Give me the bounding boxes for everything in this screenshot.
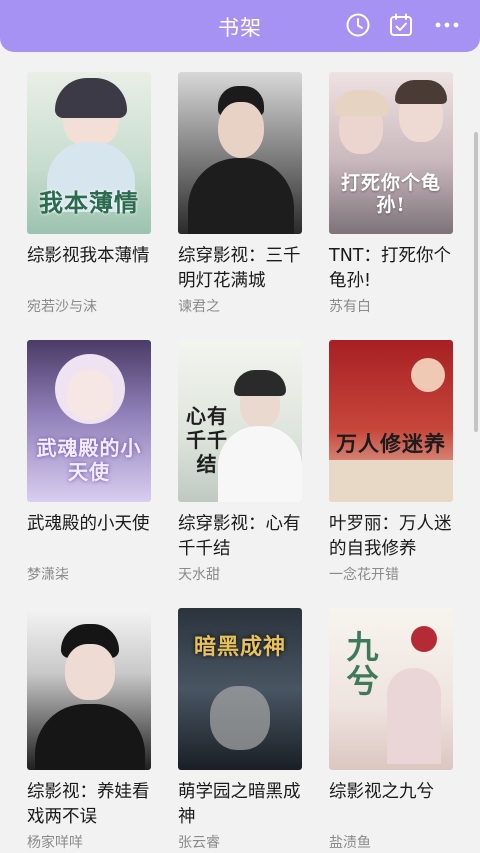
book-item[interactable]: 我本薄情 综影视我本薄情 宛若沙与沫	[27, 72, 153, 315]
book-author: 杨家咩咩	[27, 835, 83, 851]
scrollbar[interactable]	[474, 132, 478, 432]
book-item[interactable]: 综穿影视：三千明灯花满城 谏君之	[178, 72, 304, 315]
book-author: 苏有白	[329, 299, 371, 315]
book-cover[interactable]: 武魂殿的小天使	[27, 340, 151, 502]
book-item[interactable]: 综影视：养娃看戏两不误 杨家咩咩	[27, 608, 153, 851]
book-title: 萌学园之暗黑成神	[178, 782, 301, 827]
cover-title: 心有千千结	[186, 404, 228, 476]
history-button[interactable]	[344, 11, 372, 39]
book-title: 综影视：养娃看戏两不误	[27, 782, 150, 827]
book-cover[interactable]	[27, 608, 151, 770]
book-author: 盐渍鱼	[329, 835, 371, 851]
book-cover[interactable]: 打死你个龟孙!	[329, 72, 453, 234]
book-cover[interactable]: 万人修迷养	[329, 340, 453, 502]
book-title: 综穿影视：三千明灯花满城	[178, 246, 301, 291]
cover-title: 武魂殿的小天使	[36, 436, 142, 484]
book-cover[interactable]: 暗黑成神	[178, 608, 302, 770]
cover-title: 万人修迷养	[336, 431, 446, 456]
book-item[interactable]: 九兮 综影视之九兮 盐渍鱼	[329, 608, 455, 851]
history-clock-icon	[346, 13, 370, 37]
book-author: 一念花开错	[329, 567, 399, 583]
app-header: 书架	[0, 0, 480, 52]
more-dots-icon	[435, 22, 459, 28]
book-item[interactable]: 暗黑成神 萌学园之暗黑成神 张云睿	[178, 608, 304, 851]
book-item[interactable]: 心有千千结 综穿影视：心有千千结 天水甜	[178, 340, 304, 583]
book-title: 综穿影视：心有千千结	[178, 514, 301, 559]
book-author: 梦潇柒	[27, 567, 69, 583]
book-author: 张云睿	[178, 835, 220, 851]
book-cover[interactable]: 我本薄情	[27, 72, 151, 234]
book-cover[interactable]: 心有千千结	[178, 340, 302, 502]
book-title: TNT：打死你个龟孙!	[329, 246, 451, 291]
book-title: 综影视之九兮	[329, 782, 434, 802]
book-item[interactable]: 武魂殿的小天使 武魂殿的小天使 梦潇柒	[27, 340, 153, 583]
book-item[interactable]: 打死你个龟孙! TNT：打死你个龟孙! 苏有白	[329, 72, 455, 315]
book-title: 叶罗丽：万人迷的自我修养	[329, 514, 452, 559]
bookshelf: 我本薄情 综影视我本薄情 宛若沙与沫 综穿影视：三千明灯花满城 谏君之 打死你个…	[0, 52, 480, 853]
checkin-button[interactable]	[387, 11, 415, 39]
cover-title: 打死你个龟孙!	[340, 172, 441, 216]
book-author: 谏君之	[178, 299, 220, 315]
cover-title: 九兮	[346, 628, 380, 700]
more-button[interactable]	[433, 11, 461, 39]
cover-title: 我本薄情	[39, 188, 139, 217]
book-cover[interactable]	[178, 72, 302, 234]
book-author: 宛若沙与沫	[27, 299, 97, 315]
book-title: 综影视我本薄情	[27, 246, 150, 266]
book-author: 天水甜	[178, 567, 220, 583]
cover-title: 暗黑成神	[193, 634, 286, 660]
calendar-check-icon	[390, 13, 412, 36]
book-title: 武魂殿的小天使	[27, 514, 150, 534]
book-cover[interactable]: 九兮	[329, 608, 453, 770]
book-item[interactable]: 万人修迷养 叶罗丽：万人迷的自我修养 一念花开错	[329, 340, 455, 583]
